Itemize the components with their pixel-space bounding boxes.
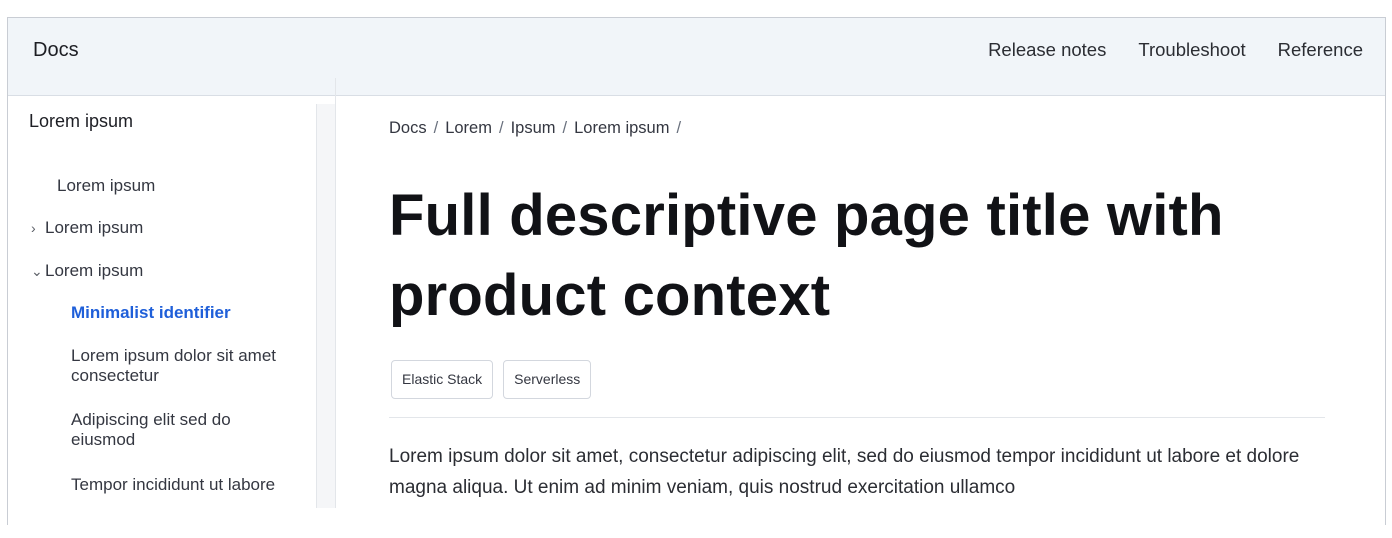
sidebar-item-collapsed[interactable]: › Lorem ipsum	[31, 217, 143, 239]
sidebar-item-label: Lorem ipsum	[45, 218, 144, 237]
breadcrumb-item[interactable]: Docs	[389, 119, 427, 137]
page-title: Full descriptive page title with product…	[389, 183, 1224, 328]
top-nav: Release notes Troubleshoot Reference	[988, 38, 1363, 62]
breadcrumb-separator: /	[498, 119, 504, 137]
nav-troubleshoot-link[interactable]: Troubleshoot	[1138, 38, 1245, 62]
breadcrumb-separator: /	[433, 119, 439, 137]
product-tag: Serverless	[503, 360, 592, 399]
sidebar-divider	[335, 78, 336, 508]
product-tags: Elastic Stack Serverless	[391, 360, 592, 399]
chevron-right-icon: ›	[31, 220, 36, 236]
sidebar-child-item[interactable]: Tempor incididunt ut labore	[71, 475, 291, 495]
sidebar-child-item[interactable]: Adipiscing elit sed do eiusmod	[71, 410, 291, 450]
nav-reference-link[interactable]: Reference	[1278, 38, 1363, 62]
body-paragraph: Lorem ipsum dolor sit amet, consectetur …	[389, 446, 1300, 498]
breadcrumb-item[interactable]: Ipsum	[511, 119, 556, 137]
breadcrumb-separator: /	[676, 119, 682, 137]
sidebar-item[interactable]: Lorem ipsum	[57, 175, 155, 196]
chevron-down-icon: ⌄	[31, 263, 43, 279]
top-bar: Docs Release notes Troubleshoot Referenc…	[8, 18, 1385, 96]
sidebar-scrollbar[interactable]	[316, 104, 336, 508]
sidebar-section-title: Lorem ipsum	[29, 111, 134, 131]
breadcrumb-item[interactable]: Lorem ipsum	[574, 119, 669, 137]
breadcrumb: Docs / Lorem / Ipsum / Lorem ipsum /	[389, 118, 688, 138]
sidebar-child-item[interactable]: Lorem ipsum dolor sit amet consectetur	[71, 346, 291, 386]
brand-logo-text[interactable]: Docs	[33, 38, 79, 62]
breadcrumb-separator: /	[562, 119, 568, 137]
sidebar-item-label: Lorem ipsum	[45, 261, 144, 280]
sidebar-child-item-active[interactable]: Minimalist identifier	[71, 303, 291, 323]
product-tag: Elastic Stack	[391, 360, 494, 399]
nav-release-notes-link[interactable]: Release notes	[988, 38, 1106, 62]
content-divider	[389, 417, 1325, 418]
sidebar-item-label: Lorem ipsum	[57, 176, 156, 195]
sidebar-item-expanded[interactable]: ⌄ Lorem ipsum	[31, 260, 143, 282]
breadcrumb-item[interactable]: Lorem	[445, 119, 492, 137]
